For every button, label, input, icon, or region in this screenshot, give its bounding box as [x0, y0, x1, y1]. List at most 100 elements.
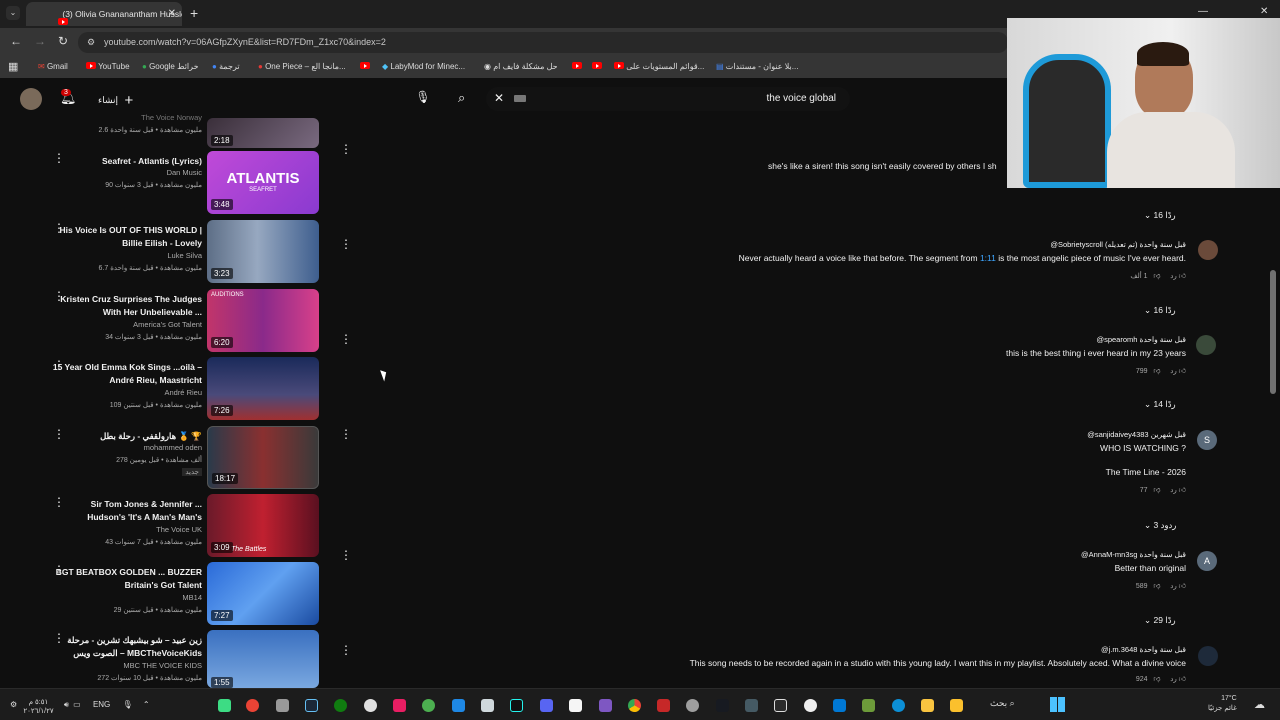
like-icon[interactable]: 👍︎: [1179, 273, 1186, 280]
avatar[interactable]: A: [1197, 551, 1217, 571]
video-title[interactable]: Seafret - Atlantis (Lyrics): [52, 155, 202, 168]
reply-button[interactable]: رد: [1170, 583, 1177, 590]
video-title[interactable]: BGT BEATBOX GOLDEN ... BUZZER Britain's …: [52, 566, 202, 592]
like-icon[interactable]: 👍︎: [1179, 487, 1186, 494]
video-thumbnail[interactable]: The Battles 3:09: [207, 494, 319, 557]
replies-toggle[interactable]: ⌄ 16 ردًا: [1144, 305, 1176, 316]
video-thumbnail[interactable]: ATLANTIS SEAFRET 3:48: [207, 151, 319, 214]
replies-toggle[interactable]: ⌄ 16 ردًا: [1144, 210, 1176, 221]
video-thumbnail[interactable]: 1:55: [207, 630, 319, 688]
comment-author[interactable]: @sanjidaivey4383 قبل شهرين: [1087, 430, 1186, 439]
page-scrollbar[interactable]: [1270, 270, 1276, 394]
video-thumbnail[interactable]: 2:18: [207, 118, 319, 148]
app-icon[interactable]: [364, 699, 377, 712]
clear-search-icon[interactable]: ✕: [494, 91, 504, 105]
playlist-item[interactable]: 7:27 BGT BEATBOX GOLDEN ... BUZZER Brita…: [44, 562, 364, 628]
channel-name[interactable]: The Voice UK: [156, 525, 202, 534]
video-title[interactable]: Kristen Cruz Surprises The Judges With H…: [52, 293, 202, 319]
comment-author[interactable]: @j.m.3648 قبل سنة واحدة: [690, 645, 1186, 654]
app-icon[interactable]: [686, 699, 699, 712]
file-icon[interactable]: [569, 699, 582, 712]
dislike-icon[interactable]: 👎︎: [1153, 676, 1160, 683]
browser-tab-active[interactable]: (3) Olivia Gnananantham Hussle ✕: [26, 2, 182, 26]
close-tab-icon[interactable]: ✕: [168, 8, 176, 19]
item-menu-icon[interactable]: [340, 142, 352, 157]
file-explorer-icon[interactable]: [921, 699, 934, 712]
video-thumbnail[interactable]: 7:26: [207, 357, 319, 420]
dislike-icon[interactable]: 👎︎: [1153, 368, 1160, 375]
close-window-icon[interactable]: ✕: [1260, 6, 1268, 17]
minecraft-icon[interactable]: [862, 699, 875, 712]
app-icon[interactable]: [218, 699, 231, 712]
app-icon[interactable]: [657, 699, 670, 712]
channel-name[interactable]: MBC THE VOICE KIDS: [123, 661, 202, 670]
gamepad-icon[interactable]: [599, 699, 612, 712]
search-input[interactable]: ✕ the voice global: [486, 87, 850, 111]
app-icon[interactable]: [276, 699, 289, 712]
new-tab-button[interactable]: +: [190, 5, 198, 21]
edge-icon[interactable]: [892, 699, 905, 712]
dislike-icon[interactable]: 👎︎: [1153, 487, 1160, 494]
app-icon[interactable]: [393, 699, 406, 712]
site-info-icon[interactable]: ⚙: [87, 37, 95, 48]
bookmark-docs[interactable]: ▤ بلا عنوان - مستندات...: [716, 62, 798, 71]
app-icon[interactable]: [745, 699, 758, 712]
minimize-window-icon[interactable]: —: [1198, 6, 1208, 17]
video-thumbnail[interactable]: 3:23: [207, 220, 319, 283]
taskbar-search[interactable]: بحث ⌕: [990, 698, 1015, 709]
like-icon[interactable]: 👍︎: [1179, 583, 1186, 590]
playlist-item[interactable]: The Battles 3:09 Sir Tom Jones & Jennife…: [44, 494, 364, 560]
replies-toggle[interactable]: ⌄ 29 ردًا: [1144, 615, 1176, 626]
search-button[interactable]: ⌕: [458, 90, 465, 106]
playlist-item[interactable]: AUDITIONS 6:20 Kristen Cruz Surprises Th…: [44, 289, 364, 355]
forward-icon[interactable]: →: [34, 34, 46, 48]
avatar[interactable]: S: [1197, 430, 1217, 450]
playlist-item[interactable]: 18:17 هارولقفي - رحلة بطل 🏅 🏆 mohammed o…: [44, 426, 364, 492]
like-icon[interactable]: 👍︎: [1179, 368, 1186, 375]
channel-name[interactable]: America's Got Talent: [133, 320, 202, 329]
channel-name[interactable]: André Rieu: [164, 388, 202, 397]
clock[interactable]: ٥:٥١ م ٢٠٢٦/١/٢٧: [23, 698, 53, 716]
app-icon[interactable]: [246, 699, 259, 712]
bookmark-youtube[interactable]: YouTube: [86, 62, 130, 71]
tiktok-icon[interactable]: [510, 699, 523, 712]
item-menu-icon[interactable]: [340, 427, 352, 442]
timestamp-link[interactable]: 1:11: [980, 253, 996, 263]
weather-widget[interactable]: 17°C غائم جزئيًا: [1208, 694, 1237, 714]
steam-icon[interactable]: [305, 699, 318, 712]
keyboard-icon[interactable]: [514, 95, 526, 102]
video-title[interactable]: هارولقفي - رحلة بطل 🏅 🏆: [52, 430, 202, 443]
item-menu-icon[interactable]: [340, 332, 352, 347]
playlist-item[interactable]: 2:18 The Voice Norway 2.6 مليون مشاهدة •…: [44, 104, 364, 148]
bookmark-yt-extra-2[interactable]: [572, 62, 582, 71]
bookmark-yt-extra-3[interactable]: [592, 62, 602, 71]
replies-toggle[interactable]: ⌄ 3 ردود: [1144, 520, 1176, 531]
comment-author[interactable]: @AnnaM-mn3sg قبل سنة واحدة: [1081, 550, 1186, 559]
back-icon[interactable]: ←: [10, 34, 22, 48]
dislike-icon[interactable]: 👎︎: [1153, 273, 1160, 280]
video-title[interactable]: 15 Year Old Emma Kok Sings ...oilà – And…: [52, 361, 202, 387]
microphone-icon[interactable]: 🎙︎: [123, 700, 133, 709]
avatar[interactable]: [1196, 335, 1216, 355]
app-icon[interactable]: [481, 699, 494, 712]
volume-icon[interactable]: 🔊︎: [64, 700, 69, 709]
input-language[interactable]: ENG: [93, 700, 110, 709]
playlist-item[interactable]: 3:23 His Voice Is OUT OF THIS WORLD | Bi…: [44, 220, 364, 286]
playlist-item[interactable]: 1:55 زين عبيد – شو بيشبهك تشرين - مرحلة …: [44, 630, 364, 688]
reply-button[interactable]: رد: [1170, 273, 1177, 280]
replies-toggle[interactable]: ⌄ 14 ردًا: [1144, 399, 1176, 410]
playlist-item[interactable]: ATLANTIS SEAFRET 3:48 Seafret - Atlantis…: [44, 151, 364, 217]
reply-button[interactable]: رد: [1170, 676, 1177, 683]
epic-games-icon[interactable]: [774, 699, 787, 712]
video-thumbnail[interactable]: AUDITIONS 6:20: [207, 289, 319, 352]
playlist-item[interactable]: 7:26 15 Year Old Emma Kok Sings ...oilà …: [44, 357, 364, 423]
store-icon[interactable]: [833, 699, 846, 712]
like-icon[interactable]: 👍︎: [1179, 676, 1186, 683]
comment-author[interactable]: @spearomh قبل سنة واحدة: [1006, 335, 1186, 344]
xbox-icon[interactable]: [334, 699, 347, 712]
address-bar[interactable]: ⚙ youtube.com/watch?v=06AGfpZXynE&list=R…: [78, 32, 1008, 53]
bookmark-one-piece[interactable]: ● One Piece – مانجا الع...: [258, 62, 346, 71]
network-icon[interactable]: ▭: [73, 700, 81, 709]
chrome-icon[interactable]: [628, 699, 641, 712]
bookmark-fivem[interactable]: ◉ حل مشكلة فايف ام: [484, 62, 558, 71]
